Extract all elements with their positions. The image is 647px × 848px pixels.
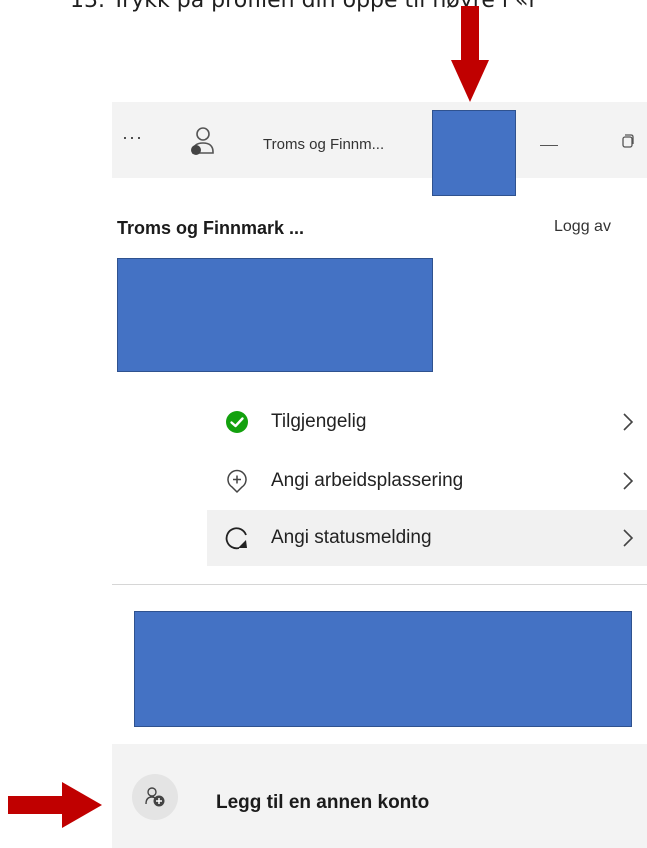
- account-name-short[interactable]: Troms og Finnm...: [263, 136, 384, 153]
- status-available[interactable]: Tilgjengelig: [207, 394, 647, 450]
- add-account-icon: [132, 774, 178, 820]
- location-plus-icon: [227, 469, 247, 493]
- status-work-location-label: Angi arbeidsplassering: [271, 470, 464, 491]
- status-message-label: Angi statusmelding: [271, 527, 432, 548]
- account-redaction-box: [134, 611, 632, 727]
- add-account-button[interactable]: Legg til en annen konto: [112, 744, 647, 848]
- person-presence-icon[interactable]: [188, 126, 216, 158]
- teams-panel: ··· Troms og Finnm... Troms og Finnmark …: [112, 102, 647, 848]
- arrow-right-pointer: [8, 782, 102, 828]
- profile-info-redaction: [117, 258, 433, 372]
- more-options-icon[interactable]: ···: [122, 128, 142, 150]
- add-account-label: Legg til en annen konto: [216, 792, 430, 813]
- profile-redaction-box[interactable]: [432, 110, 516, 196]
- status-message[interactable]: Angi statusmelding: [207, 510, 647, 566]
- status-message-icon: [225, 527, 247, 550]
- chevron-right-icon: [623, 529, 634, 547]
- signout-link[interactable]: Logg av: [554, 218, 611, 236]
- chevron-right-icon: [623, 472, 634, 490]
- title-bar: ··· Troms og Finnm...: [112, 102, 647, 196]
- account-title: Troms og Finnmark ...: [117, 218, 305, 238]
- chevron-right-icon: [623, 413, 634, 431]
- available-check-icon: [226, 411, 248, 433]
- section-divider: [112, 584, 647, 585]
- arrow-down-pointer: [451, 6, 489, 102]
- restore-icon[interactable]: [622, 134, 634, 148]
- status-work-location[interactable]: Angi arbeidsplassering: [207, 453, 647, 509]
- instruction-text: 13. Trykk på profilen din oppe til høyre…: [70, 0, 538, 13]
- minimize-icon[interactable]: [540, 145, 558, 146]
- status-available-label: Tilgjengelig: [271, 411, 367, 432]
